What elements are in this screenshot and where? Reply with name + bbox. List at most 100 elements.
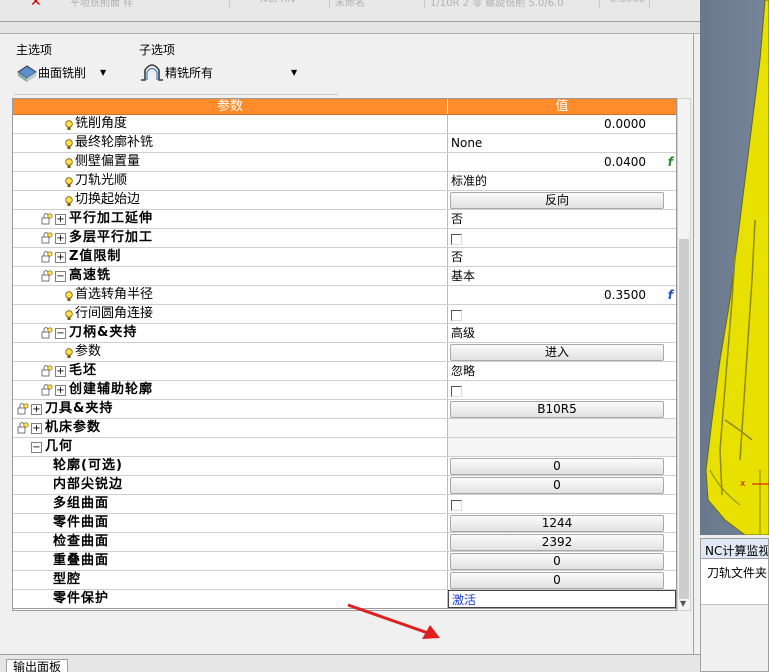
param-value-cell[interactable]: [448, 381, 676, 399]
table-row[interactable]: + 平行加工延伸否: [13, 210, 676, 229]
param-value-cell[interactable]: [448, 438, 676, 456]
main-option-select[interactable]: 曲面铣削 ▼: [16, 61, 134, 83]
param-value-cell[interactable]: [448, 495, 676, 513]
close-icon[interactable]: ✕: [30, 0, 42, 10]
table-row[interactable]: − 几何: [13, 438, 676, 457]
formula-icon[interactable]: f: [668, 286, 673, 304]
nc-monitor-folder[interactable]: 刀轨文件夹: [701, 559, 768, 605]
param-value-cell[interactable]: 2392: [448, 533, 676, 551]
scrollbar-thumb[interactable]: [679, 239, 689, 599]
top-cell: 1/10R 2 零 螺旋铣削 5.0/6.0: [430, 0, 600, 9]
checkbox[interactable]: [451, 386, 462, 397]
formula-icon[interactable]: f: [668, 153, 673, 171]
param-value-cell[interactable]: 否: [448, 248, 676, 266]
param-value-cell[interactable]: 忽略: [448, 362, 676, 380]
table-row[interactable]: + 刀具&夹持 B10R5: [13, 400, 676, 419]
table-row[interactable]: + Z值限制否: [13, 248, 676, 267]
collapse-icon[interactable]: −: [55, 271, 66, 282]
sub-option-select[interactable]: 精铣所有 ▼: [139, 61, 299, 83]
expand-icon[interactable]: +: [55, 252, 66, 263]
value-button[interactable]: 0: [450, 458, 664, 475]
value-button[interactable]: 进入: [450, 344, 664, 361]
tab-output-panel[interactable]: 输出面板: [6, 659, 68, 672]
expand-icon[interactable]: +: [31, 404, 42, 415]
value-button[interactable]: 0: [450, 477, 664, 494]
table-row[interactable]: + 多层平行加工: [13, 229, 676, 248]
numeric-value[interactable]: 0.0000: [604, 115, 646, 133]
param-value-cell[interactable]: 0: [448, 457, 676, 475]
param-name-cell: 轮廓(可选): [13, 457, 448, 475]
param-value-cell[interactable]: 0: [448, 552, 676, 570]
lock-icon: [41, 364, 53, 378]
param-value-cell[interactable]: [448, 419, 676, 437]
table-row[interactable]: 重叠曲面 0: [13, 552, 676, 571]
value-button[interactable]: 1244: [450, 515, 664, 532]
expand-icon[interactable]: +: [55, 366, 66, 377]
table-row[interactable]: 零件曲面 1244: [13, 514, 676, 533]
param-value-cell[interactable]: [448, 305, 676, 323]
numeric-value[interactable]: 0.0400: [604, 153, 646, 171]
table-row[interactable]: 行间圆角连接: [13, 305, 676, 324]
value-button[interactable]: 2392: [450, 534, 664, 551]
table-row[interactable]: + 创建辅助轮廓: [13, 381, 676, 400]
param-value-cell[interactable]: 0.3500 f: [448, 286, 676, 304]
param-value-cell[interactable]: 0.0400 f: [448, 153, 676, 171]
param-value-cell[interactable]: 进入: [448, 343, 676, 361]
param-value-cell[interactable]: 否: [448, 210, 676, 228]
viewport-3d[interactable]: x: [700, 0, 769, 535]
vertical-scrollbar[interactable]: ▼: [677, 98, 691, 611]
table-row[interactable]: 最终轮廓补铣 None: [13, 134, 676, 153]
param-label: 最终轮廓补铣: [75, 135, 154, 150]
scroll-down-icon[interactable]: ▼: [680, 599, 686, 608]
param-value-cell[interactable]: 激活: [448, 590, 676, 608]
checkbox[interactable]: [451, 310, 462, 321]
table-row[interactable]: 参数 进入: [13, 343, 676, 362]
expand-icon[interactable]: +: [55, 214, 66, 225]
param-value-cell[interactable]: 0: [448, 571, 676, 589]
table-row[interactable]: + 机床参数: [13, 419, 676, 438]
table-row[interactable]: 切换起始边 反向: [13, 191, 676, 210]
param-value-cell[interactable]: 1244: [448, 514, 676, 532]
expand-icon[interactable]: +: [31, 423, 42, 434]
param-value-cell[interactable]: [448, 229, 676, 247]
table-row[interactable]: 轮廓(可选) 0: [13, 457, 676, 476]
header-value[interactable]: 值: [448, 99, 676, 114]
red-arrow-annotation: [347, 603, 440, 639]
param-value-cell[interactable]: 标准的: [448, 172, 676, 190]
param-value-cell[interactable]: B10R5: [448, 400, 676, 418]
nc-monitor-title[interactable]: NC计算监视: [701, 539, 768, 559]
table-row[interactable]: − 刀柄&夹持 高级: [13, 324, 676, 343]
table-row[interactable]: 内部尖锐边 0: [13, 476, 676, 495]
expand-icon[interactable]: +: [55, 233, 66, 244]
numeric-value[interactable]: 0.3500: [604, 286, 646, 304]
table-row[interactable]: + 毛坯 忽略: [13, 362, 676, 381]
chevron-down-icon: ▼: [291, 67, 298, 77]
value-button[interactable]: 反向: [450, 192, 664, 209]
param-value-cell[interactable]: 0: [448, 476, 676, 494]
collapse-icon[interactable]: −: [31, 442, 42, 453]
collapse-icon[interactable]: −: [55, 328, 66, 339]
table-row[interactable]: 侧壁偏置量 0.0400 f: [13, 153, 676, 172]
expand-icon[interactable]: +: [55, 385, 66, 396]
table-row[interactable]: − 高速铣 基本: [13, 267, 676, 286]
header-param[interactable]: 参数: [13, 99, 448, 114]
value-button[interactable]: B10R5: [450, 401, 664, 418]
table-row[interactable]: 刀轨光顺 标准的: [13, 172, 676, 191]
grid-rows: 铣削角度 0.0000 最终轮廓补铣 None 侧壁偏置量 0.0400 f 刀轨光顺 标准的切…: [13, 115, 676, 609]
table-row[interactable]: 首选转角半径 0.3500 f: [13, 286, 676, 305]
checkbox[interactable]: [451, 234, 462, 245]
value-button[interactable]: 0: [450, 553, 664, 570]
finish-all-icon: [141, 64, 163, 81]
table-row[interactable]: 铣削角度 0.0000: [13, 115, 676, 134]
table-row[interactable]: 多组曲面: [13, 495, 676, 514]
value-button[interactable]: 0: [450, 572, 664, 589]
checkbox[interactable]: [451, 500, 462, 511]
param-value-cell[interactable]: 0.0000: [448, 115, 676, 133]
table-row[interactable]: 型腔 0: [13, 571, 676, 590]
param-value-cell[interactable]: None: [448, 134, 676, 152]
param-value-cell[interactable]: 反向: [448, 191, 676, 209]
param-value-cell[interactable]: 高级: [448, 324, 676, 342]
param-value-cell[interactable]: 基本: [448, 267, 676, 285]
table-row[interactable]: 检查曲面 2392: [13, 533, 676, 552]
lock-icon: [17, 402, 29, 416]
